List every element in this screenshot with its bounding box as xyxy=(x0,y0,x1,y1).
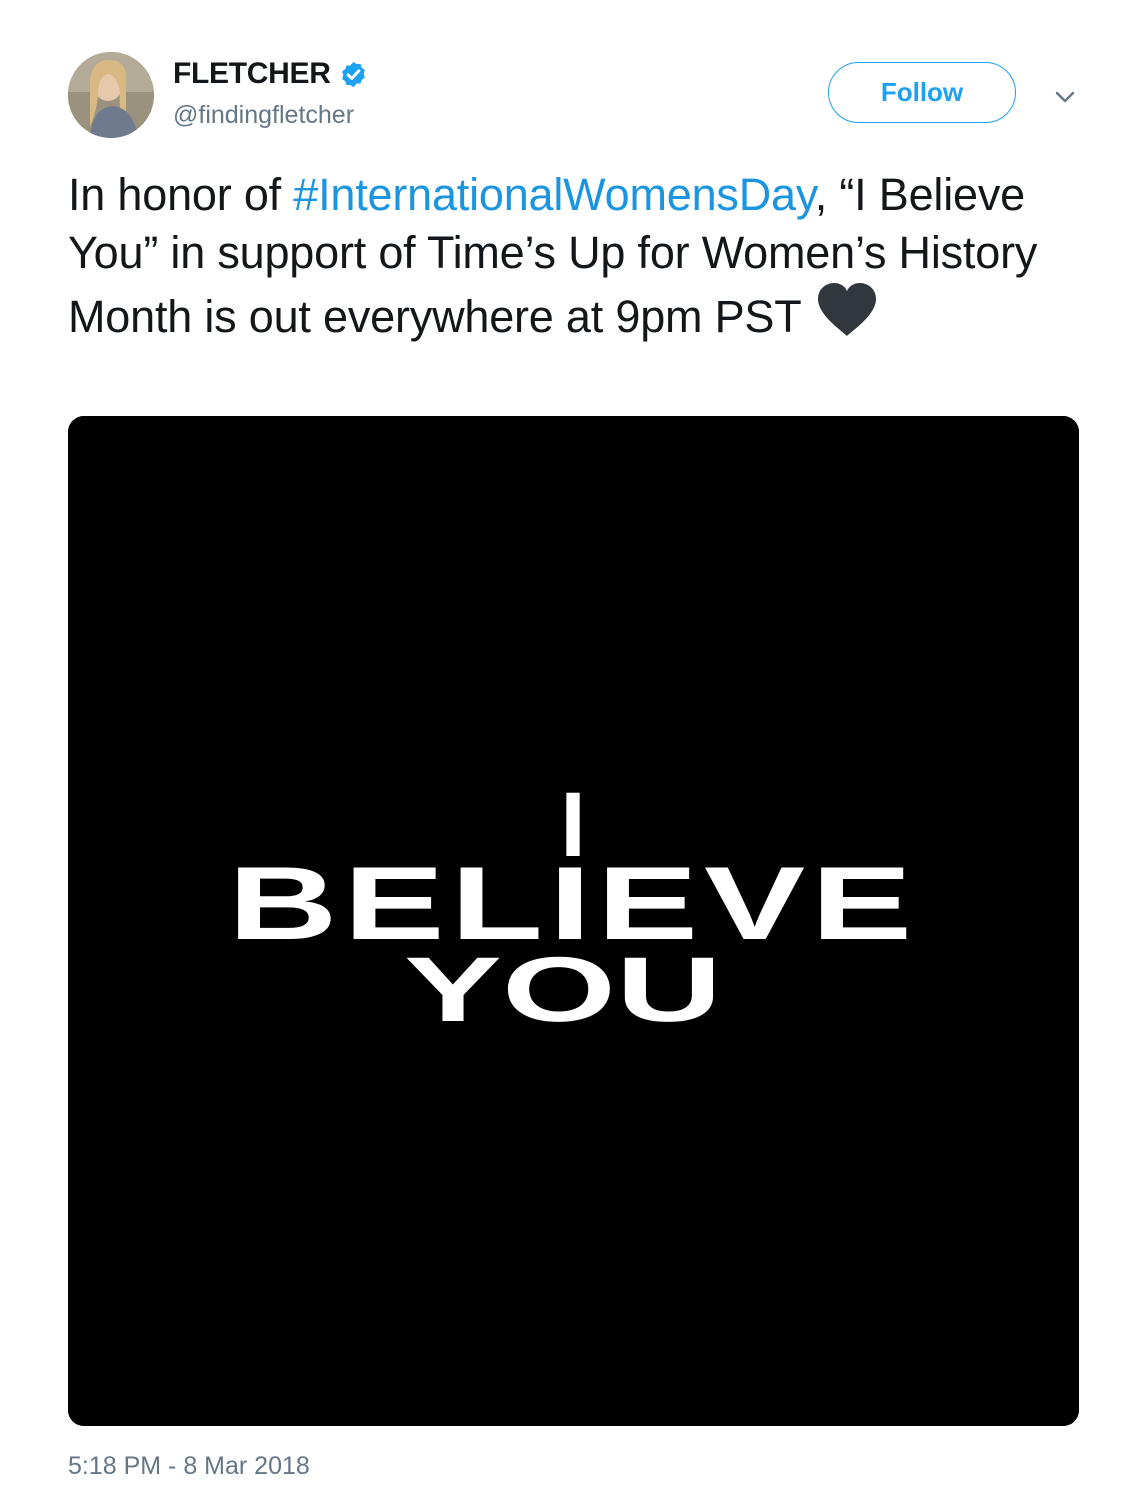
hashtag-link[interactable]: #InternationalWomensDay xyxy=(293,169,815,220)
author-name[interactable]: FLETCHER xyxy=(173,57,331,91)
tweet-timestamp[interactable]: 5:18 PM - 8 Mar 2018 xyxy=(68,1452,310,1481)
author-name-row: FLETCHER xyxy=(173,56,368,92)
follow-button[interactable]: Follow xyxy=(828,62,1016,123)
verified-badge-icon xyxy=(339,60,368,89)
tweet-text: In honor of #InternationalWomensDay, “I … xyxy=(68,166,1078,346)
chevron-down-icon[interactable] xyxy=(1050,82,1080,112)
author-avatar[interactable] xyxy=(68,52,154,138)
avatar-image xyxy=(68,52,154,138)
tweet-media-image[interactable]: I BELIEVE YOU xyxy=(68,416,1079,1426)
artwork-line-you: YOU xyxy=(404,939,722,1041)
author-handle[interactable]: @findingfletcher xyxy=(173,101,354,130)
tweet-card: FLETCHER @findingfletcher Follow In hono… xyxy=(0,0,1147,1505)
i-believe-you-artwork: I BELIEVE YOU xyxy=(68,416,1079,1426)
tweet-text-before: In honor of xyxy=(68,169,294,220)
black-heart-icon xyxy=(816,282,878,338)
